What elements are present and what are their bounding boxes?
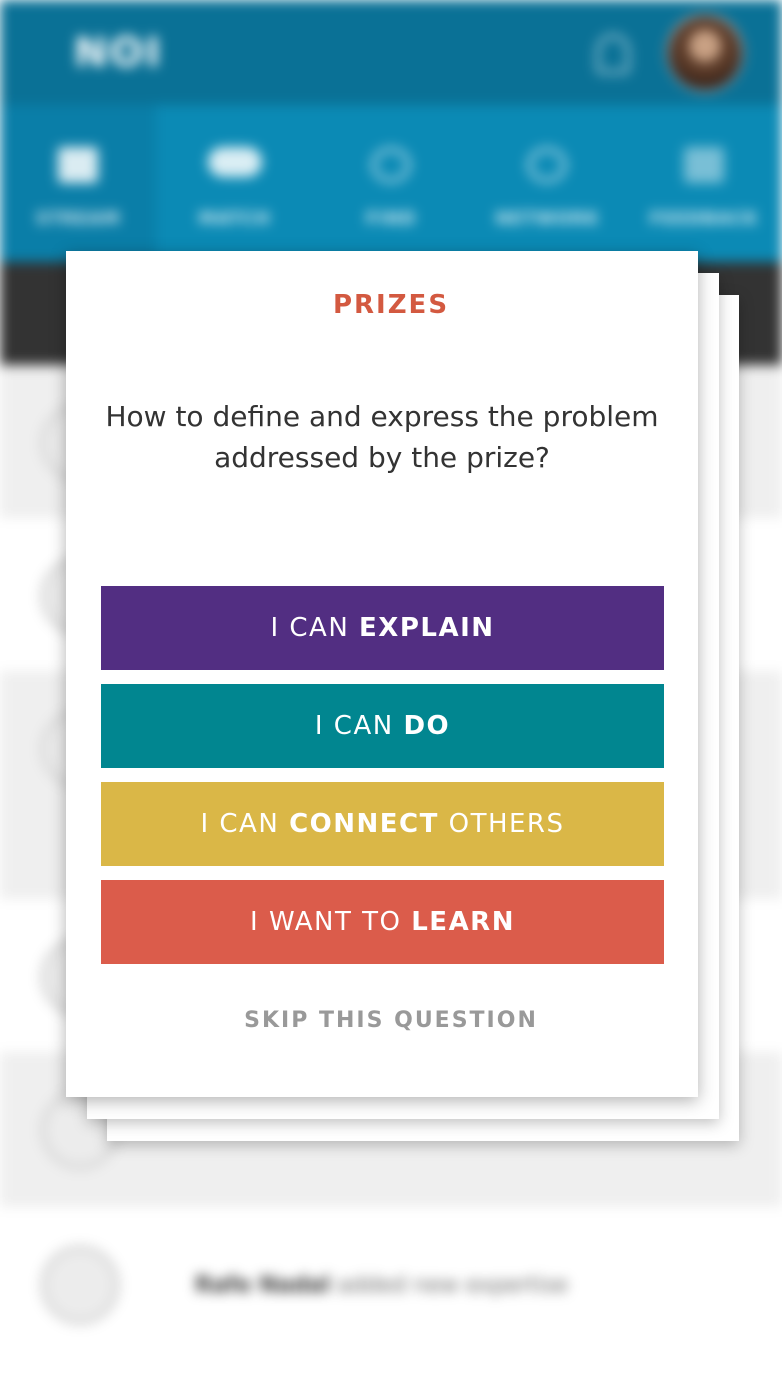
nav-label-network: NETWORK xyxy=(495,209,600,229)
i-can-connect-others-button[interactable]: I CAN CONNECT OTHERS xyxy=(101,782,664,866)
list-item[interactable]: Rafe Nadal added new expertise xyxy=(0,1207,782,1390)
choice-suffix: OTHERS xyxy=(438,809,565,839)
match-icon xyxy=(207,147,262,177)
nav-item-feedback[interactable]: FEEDBACK xyxy=(626,105,782,262)
choice-prefix: I CAN xyxy=(270,613,360,643)
question-card xyxy=(66,251,698,1097)
search-icon xyxy=(371,147,412,183)
nav-label-feedback: FEEDBACK xyxy=(649,209,759,229)
app-screen: NOI STREAM MATCH FIND NETWORK FEEDBACK R… xyxy=(0,0,782,1390)
nav-item-network[interactable]: NETWORK xyxy=(469,105,625,262)
nav-label-find: FIND xyxy=(365,209,417,229)
feed-user-name[interactable]: Rafe Nadal xyxy=(195,1273,330,1298)
main-nav: STREAM MATCH FIND NETWORK FEEDBACK xyxy=(0,105,782,262)
stream-icon xyxy=(58,147,99,183)
avatar xyxy=(40,1245,120,1325)
choice-emphasis: EXPLAIN xyxy=(359,613,495,643)
i-can-explain-button[interactable]: I CAN EXPLAIN xyxy=(101,586,664,670)
nav-item-stream[interactable]: STREAM xyxy=(0,105,157,262)
nav-item-match[interactable]: MATCH xyxy=(156,105,312,262)
bell-icon[interactable] xyxy=(596,34,630,74)
nav-label-stream: STREAM xyxy=(35,209,121,229)
choice-prefix: I CAN xyxy=(314,711,404,741)
skip-question-button[interactable]: SKIP THIS QUESTION xyxy=(66,1008,716,1033)
app-logo: NOI xyxy=(74,30,163,76)
feed-item-text: Rafe Nadal added new expertise xyxy=(195,1273,568,1298)
network-icon xyxy=(527,147,568,183)
nav-item-find[interactable]: FIND xyxy=(313,105,469,262)
nav-label-match: MATCH xyxy=(198,209,271,229)
choice-prefix: I CAN xyxy=(200,809,290,839)
choice-emphasis: LEARN xyxy=(411,907,515,937)
i-want-to-learn-button[interactable]: I WANT TO LEARN xyxy=(101,880,664,964)
choice-emphasis: DO xyxy=(403,711,451,741)
choice-prefix: I WANT TO xyxy=(250,907,412,937)
i-can-do-button[interactable]: I CAN DO xyxy=(101,684,664,768)
card-category-title: PRIZES xyxy=(332,290,450,320)
top-bar: NOI xyxy=(0,0,782,105)
feed-action: added new expertise xyxy=(337,1273,569,1298)
user-avatar[interactable] xyxy=(666,14,744,92)
question-text: How to define and express the problem ad… xyxy=(105,400,659,474)
choice-emphasis: CONNECT xyxy=(289,809,439,839)
feedback-icon xyxy=(683,147,724,183)
